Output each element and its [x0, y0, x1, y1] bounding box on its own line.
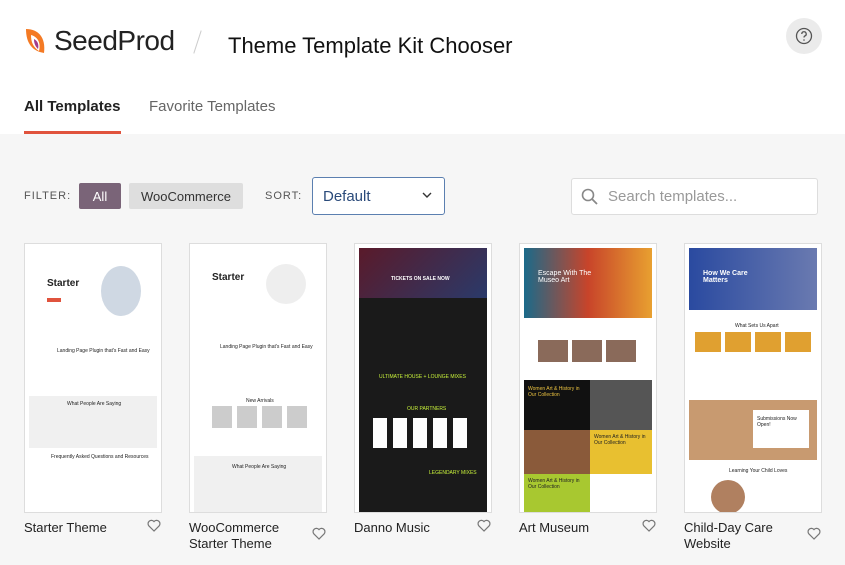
template-name[interactable]: WooCommerce Starter Theme: [189, 520, 309, 552]
template-name[interactable]: Child-Day Care Website: [684, 520, 784, 552]
search-icon: [581, 188, 598, 205]
heart-icon[interactable]: [312, 527, 326, 540]
filter-all-button[interactable]: All: [79, 183, 121, 209]
chevron-down-icon: [422, 192, 432, 198]
template-card-woocommerce-starter-theme[interactable]: Starter Landing Page Plugin that's Fast …: [189, 243, 327, 513]
filter-label: FILTER:: [24, 190, 72, 202]
thumb-subheading: Landing Page Plugin that's Fast and Easy: [220, 344, 313, 350]
thumb-faq: LEGENDARY MIXES: [429, 470, 477, 476]
sort-select[interactable]: Default: [312, 177, 445, 215]
thumb-section: New Arrivals: [246, 398, 274, 404]
seedprod-leaf-icon: [26, 29, 45, 53]
divider: [193, 30, 202, 54]
thumb-heading: TICKETS ON SALE NOW: [391, 276, 450, 282]
tab-favorite-templates[interactable]: Favorite Templates: [149, 98, 275, 115]
thumb-subheading: ULTIMATE HOUSE + LOUNGE MIXES: [379, 374, 466, 380]
thumb-subheading: What Sets Us Apart: [735, 323, 779, 329]
brand-name: SeedProd: [54, 25, 175, 56]
template-card-child-day-care[interactable]: How We Care Matters What Sets Us Apart S…: [684, 243, 822, 513]
help-button[interactable]: [786, 18, 822, 54]
thumb-section: What People Are Saying: [67, 401, 122, 407]
template-card-art-museum[interactable]: Escape With The Museo Art Women Art & Hi…: [519, 243, 657, 513]
thumb-heading: Escape With The Museo Art: [538, 270, 592, 284]
template-thumbnail: Escape With The Museo Art Women Art & Hi…: [524, 248, 652, 512]
template-name[interactable]: Art Museum: [519, 520, 639, 536]
thumb-faq: What People Are Saying: [232, 464, 287, 470]
template-thumbnail: TICKETS ON SALE NOW ULTIMATE HOUSE + LOU…: [359, 248, 487, 512]
sort-label: SORT:: [265, 190, 303, 202]
thumb-heading: Starter: [212, 272, 245, 283]
thumb-heading: How We Care Matters: [703, 270, 748, 284]
active-tab-indicator: [24, 131, 121, 134]
thumb-faq: Women Art & History in Our Collection: [528, 478, 580, 490]
header: SeedProd Theme Template Kit Chooser All …: [0, 0, 845, 134]
thumb-section: OUR PARTNERS: [407, 406, 447, 412]
search-placeholder: Search templates...: [608, 188, 738, 205]
sort-value: Default: [323, 187, 371, 205]
heart-icon[interactable]: [477, 519, 491, 532]
thumb-subheading: Women Art & History in Our Collection: [528, 386, 580, 398]
thumb-heading: Starter: [47, 278, 80, 289]
template-card-danno-music[interactable]: TICKETS ON SALE NOW ULTIMATE HOUSE + LOU…: [354, 243, 492, 513]
template-thumbnail: Starter Landing Page Plugin that's Fast …: [194, 248, 322, 512]
heart-icon[interactable]: [147, 519, 161, 532]
thumb-faq: Learning Your Child Loves: [729, 468, 788, 474]
question-circle-icon: [795, 27, 813, 45]
template-card-starter-theme[interactable]: Starter Landing Page Plugin that's Fast …: [24, 243, 162, 513]
heart-icon[interactable]: [807, 527, 821, 540]
thumb-section: Submissions Now Open!: [757, 416, 797, 428]
template-thumbnail: Starter Landing Page Plugin that's Fast …: [29, 248, 157, 512]
seedprod-logo[interactable]: SeedProd: [24, 25, 175, 57]
thumb-section: Women Art & History in Our Collection: [594, 434, 646, 446]
search-input[interactable]: Search templates...: [571, 178, 818, 215]
heart-icon[interactable]: [642, 519, 656, 532]
filter-woocommerce-button[interactable]: WooCommerce: [129, 183, 243, 209]
template-name[interactable]: Starter Theme: [24, 520, 144, 536]
thumb-subheading: Landing Page Plugin that's Fast and Easy: [57, 348, 150, 354]
template-thumbnail: How We Care Matters What Sets Us Apart S…: [689, 248, 817, 512]
tab-all-templates[interactable]: All Templates: [24, 98, 120, 115]
page-title: Theme Template Kit Chooser: [228, 33, 513, 58]
template-name[interactable]: Danno Music: [354, 520, 474, 536]
thumb-faq: Frequently Asked Questions and Resources: [51, 454, 149, 460]
